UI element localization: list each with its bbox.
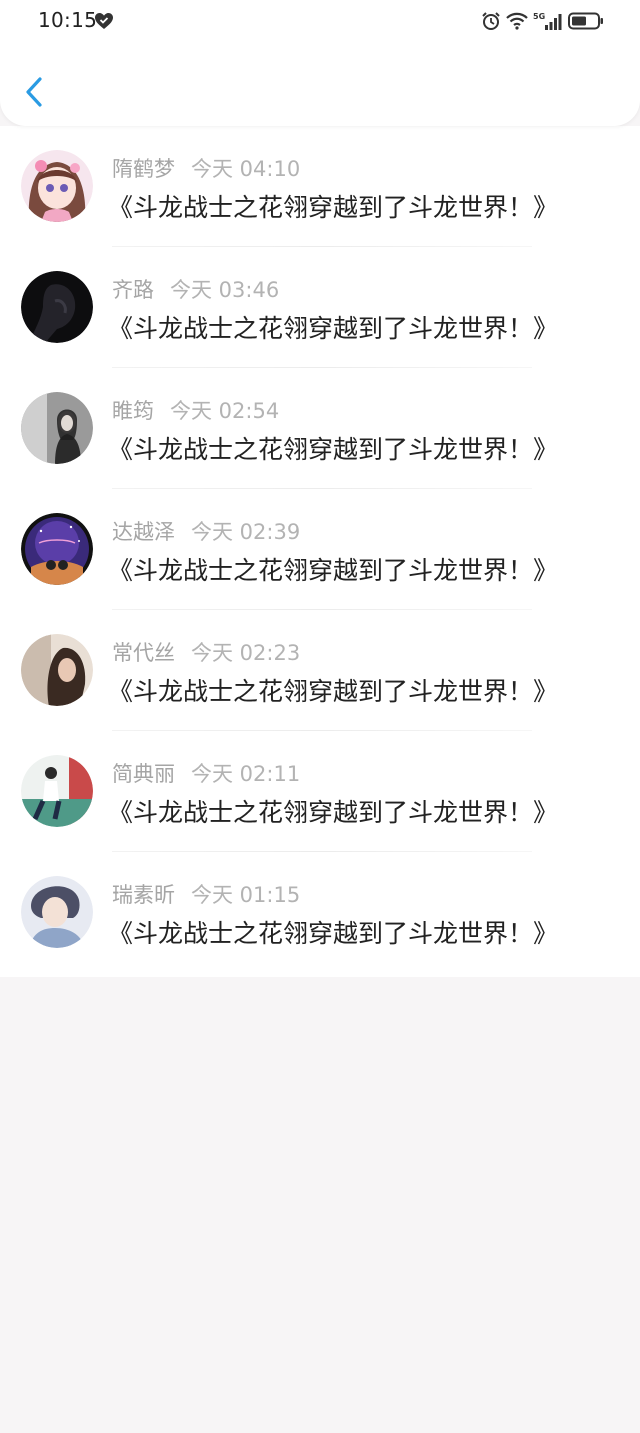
sender-name: 齐路: [112, 278, 154, 302]
back-button[interactable]: [18, 72, 54, 112]
status-time: 10:15: [38, 8, 98, 32]
page: 10:15 5G 隋鹤梦 今天 04:10 《斗龙战士之花翎穿越到了斗龙世界！》…: [0, 0, 640, 1433]
list-item[interactable]: 达越泽 今天 02:39 《斗龙战士之花翎穿越到了斗龙世界！》: [0, 489, 640, 610]
heart-icon: [95, 13, 113, 29]
sender-name: 睢筠: [112, 399, 154, 423]
list-item[interactable]: 齐路 今天 03:46 《斗龙战士之花翎穿越到了斗龙世界！》: [0, 247, 640, 368]
sender-line: 简典丽 今天 02:11: [112, 758, 300, 788]
message-text: 《斗龙战士之花翎穿越到了斗龙世界！》: [108, 798, 559, 827]
message-list: 隋鹤梦 今天 04:10 《斗龙战士之花翎穿越到了斗龙世界！》 齐路 今天 03:4…: [0, 126, 640, 977]
message-text: 《斗龙战士之花翎穿越到了斗龙世界！》: [108, 556, 559, 585]
sender-line: 齐路 今天 03:46: [112, 274, 279, 304]
avatar[interactable]: [21, 271, 93, 343]
avatar[interactable]: [21, 876, 93, 948]
message-time: 今天 03:46: [170, 278, 280, 302]
sender-name: 达越泽: [112, 520, 175, 544]
message-text: 《斗龙战士之花翎穿越到了斗龙世界！》: [108, 314, 559, 343]
sender-name: 隋鹤梦: [112, 157, 175, 181]
sender-line: 常代丝 今天 02:23: [112, 637, 300, 667]
list-item[interactable]: 简典丽 今天 02:11 《斗龙战士之花翎穿越到了斗龙世界！》: [0, 731, 640, 852]
sender-line: 睢筠 今天 02:54: [112, 395, 279, 425]
avatar[interactable]: [21, 392, 93, 464]
sender-name: 瑞素昕: [112, 883, 175, 907]
message-text: 《斗龙战士之花翎穿越到了斗龙世界！》: [108, 193, 559, 222]
status-bar: 10:15 5G: [0, 0, 640, 42]
sender-name: 简典丽: [112, 762, 175, 786]
wifi-icon: [506, 12, 528, 30]
alarm-icon: [482, 12, 500, 30]
message-text: 《斗龙战士之花翎穿越到了斗龙世界！》: [108, 919, 559, 948]
list-item[interactable]: 瑞素昕 今天 01:15 《斗龙战士之花翎穿越到了斗龙世界！》: [0, 852, 640, 973]
message-time: 今天 01:15: [191, 883, 301, 907]
avatar[interactable]: [21, 755, 93, 827]
top-bar: 10:15 5G: [0, 0, 640, 126]
avatar[interactable]: [21, 634, 93, 706]
list-item[interactable]: 睢筠 今天 02:54 《斗龙战士之花翎穿越到了斗龙世界！》: [0, 368, 640, 489]
list-item[interactable]: 常代丝 今天 02:23 《斗龙战士之花翎穿越到了斗龙世界！》: [0, 610, 640, 731]
sender-line: 隋鹤梦 今天 04:10: [112, 153, 300, 183]
signal-5g-icon: 5G: [533, 12, 562, 30]
message-text: 《斗龙战士之花翎穿越到了斗龙世界！》: [108, 435, 559, 464]
sender-line: 达越泽 今天 02:39: [112, 516, 300, 546]
message-text: 《斗龙战士之花翎穿越到了斗龙世界！》: [108, 677, 559, 706]
avatar[interactable]: [21, 513, 93, 585]
message-time: 今天 02:39: [191, 520, 301, 544]
message-time: 今天 02:23: [191, 641, 301, 665]
message-time: 今天 02:11: [191, 762, 301, 786]
list-item[interactable]: 隋鹤梦 今天 04:10 《斗龙战士之花翎穿越到了斗龙世界！》: [0, 126, 640, 247]
message-time: 今天 02:54: [170, 399, 280, 423]
avatar[interactable]: [21, 150, 93, 222]
sender-name: 常代丝: [112, 641, 175, 665]
sender-line: 瑞素昕 今天 01:15: [112, 879, 300, 909]
status-icons: 5G: [481, 10, 604, 32]
battery-icon: [568, 12, 603, 30]
svg-text:5G: 5G: [533, 12, 545, 21]
chevron-left-icon: [26, 77, 42, 107]
message-time: 今天 04:10: [191, 157, 301, 181]
